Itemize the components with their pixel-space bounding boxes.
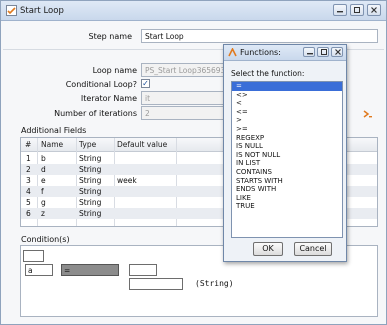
condition-value-box[interactable] [129,264,157,276]
row-name[interactable]: g [41,198,46,207]
dialog-title: Functions: [240,48,281,57]
additional-fields-label: Additional Fields [21,126,87,135]
minimize-button[interactable] [333,4,347,16]
conditional-loop-label: Conditional Loop? [65,80,137,89]
function-option[interactable]: CONTAINS [232,168,342,177]
row-name[interactable]: d [41,165,46,174]
select-function-label: Select the function: [231,69,305,78]
row-num: 2 [26,165,31,174]
col-num-header[interactable]: # [25,140,31,149]
col-name-header[interactable]: Name [41,140,63,149]
row-type[interactable]: String [79,176,101,185]
dialog-close-button[interactable] [331,47,343,57]
row-name[interactable]: f [41,187,44,196]
conditional-loop-checkbox[interactable]: ✓ [141,79,150,88]
condition-field-box[interactable]: a [25,264,53,276]
row-num: 6 [26,209,31,218]
variable-icon[interactable] [363,109,373,119]
row-type[interactable]: String [79,154,101,163]
close-icon [335,49,341,55]
iterator-name-input[interactable]: it [141,91,225,105]
cancel-button[interactable]: Cancel [294,242,332,256]
iterations-input[interactable]: 2 [141,106,225,120]
function-option[interactable]: >= [232,125,342,134]
col-type-header[interactable]: Type [79,140,96,149]
maximize-button[interactable] [350,4,364,16]
function-option-selected[interactable]: = [232,82,342,91]
condition-type-label: (String) [195,279,234,288]
function-option[interactable]: REGEXP [232,134,342,143]
step-name-label: Step name [88,32,132,41]
close-button[interactable] [367,4,381,16]
function-option[interactable]: ENDS WITH [232,185,342,194]
iterations-label: Number of iterations [54,109,137,118]
maximize-icon [321,49,327,55]
ok-button[interactable]: OK [253,242,283,256]
row-name[interactable]: e [41,176,46,185]
function-option[interactable]: TRUE [232,202,342,211]
dialog-minimize-button[interactable] [303,47,315,57]
row-num: 3 [26,176,31,185]
row-default[interactable]: week [117,176,137,185]
row-num: 4 [26,187,31,196]
condition-operator-box[interactable] [23,250,44,262]
row-type[interactable]: String [79,187,101,196]
row-type[interactable]: String [79,209,101,218]
loop-app-icon [6,5,17,16]
function-option[interactable]: IS NOT NULL [232,151,342,160]
start-loop-window: Start Loop Step name Start Loop Loop nam… [0,0,387,325]
loop-name-label: Loop name [92,66,137,75]
function-option[interactable]: IN LIST [232,159,342,168]
minimize-icon [337,11,343,13]
conditions-label: Condition(s) [21,235,70,244]
dialog-maximize-button[interactable] [317,47,329,57]
row-type[interactable]: String [79,198,101,207]
minimize-icon [307,53,313,55]
row-name[interactable]: z [41,209,45,218]
condition-function-box[interactable]: = [61,264,119,276]
functions-dialog: Functions: Select the function: = <> < <… [223,44,347,262]
function-option[interactable]: <= [232,108,342,117]
dialog-title-bar[interactable]: Functions: [224,45,346,61]
row-type[interactable]: String [79,165,101,174]
function-option[interactable]: < [232,99,342,108]
close-icon [371,7,377,13]
window-title: Start Loop [20,6,64,16]
title-bar[interactable]: Start Loop [1,1,386,21]
row-num: 1 [26,154,31,163]
function-list[interactable]: = <> < <= > >= REGEXP IS NULL IS NOT NUL… [231,81,343,238]
function-option[interactable]: LIKE [232,194,342,203]
function-option[interactable]: <> [232,91,342,100]
col-default-header[interactable]: Default value [117,140,167,149]
function-option[interactable]: IS NULL [232,142,342,151]
function-option[interactable]: > [232,116,342,125]
row-num: 5 [26,198,31,207]
step-name-input[interactable]: Start Loop [141,29,378,43]
loop-name-input[interactable]: PS_Start Loop365693651 [141,63,225,77]
function-dialog-icon [228,48,237,57]
row-name[interactable]: b [41,154,46,163]
condition-exact-value-box[interactable] [129,278,183,290]
maximize-icon [354,7,360,13]
iterator-name-label: Iterator Name [80,94,137,103]
function-option[interactable]: STARTS WITH [232,177,342,186]
